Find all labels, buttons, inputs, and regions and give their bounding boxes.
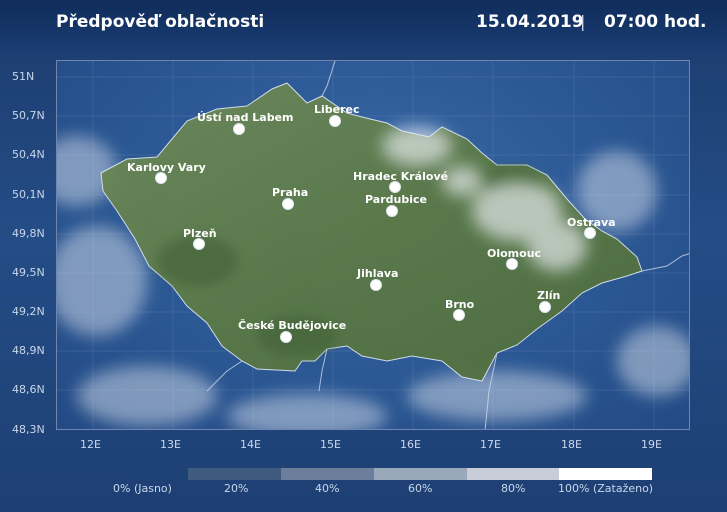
city-label: Jihlava — [356, 267, 398, 280]
legend-swatch-80-100 — [559, 468, 652, 480]
legend-label: 80% — [501, 482, 526, 495]
legend-swatch-60-80 — [467, 468, 559, 480]
city-label: Zlín — [537, 289, 560, 302]
x-axis-label: 12E — [80, 438, 101, 451]
y-axis-label: 48,3N — [12, 423, 45, 436]
legend-label: 100% (Zataženo) — [558, 482, 654, 495]
city-label: Ústí nad Labem — [197, 111, 294, 124]
map-canvas: Ústí nad Labem Liberec Karlovy Vary Hrad… — [57, 61, 689, 429]
legend-label: 40% — [315, 482, 340, 495]
y-axis-label: 50,4N — [12, 148, 45, 161]
header-separator: | — [580, 12, 586, 31]
city-label: Ostrava — [567, 216, 616, 229]
city-marker-liberec — [329, 115, 341, 127]
city-label: České Budějovice — [238, 319, 346, 332]
x-axis-label: 14E — [240, 438, 261, 451]
city-label: Plzeň — [183, 227, 217, 240]
city-marker-pardubice — [386, 205, 398, 217]
legend-swatch-40-60 — [374, 468, 467, 480]
x-axis-label: 19E — [641, 438, 662, 451]
city-label: Karlovy Vary — [127, 161, 206, 174]
city-marker-ostrava — [584, 227, 596, 239]
y-axis-label: 50,1N — [12, 188, 45, 201]
x-axis-label: 17E — [480, 438, 501, 451]
legend-label: 20% — [224, 482, 249, 495]
city-label: Liberec — [314, 103, 360, 116]
cloud-map: Ústí nad Labem Liberec Karlovy Vary Hrad… — [56, 60, 690, 430]
legend-label: 0% (Jasno) — [113, 482, 172, 495]
city-marker-hradec-kralove — [389, 181, 401, 193]
y-axis-label: 49,2N — [12, 305, 45, 318]
legend-swatch-0-20 — [188, 468, 281, 480]
x-axis-label: 16E — [400, 438, 421, 451]
city-label: Pardubice — [365, 193, 427, 206]
city-marker-karlovy-vary — [155, 172, 167, 184]
city-label: Praha — [272, 186, 308, 199]
forecast-time: 07:00 hod. — [604, 12, 707, 32]
y-axis-label: 49,5N — [12, 266, 45, 279]
city-marker-praha — [282, 198, 294, 210]
y-axis-label: 48,6N — [12, 383, 45, 396]
city-marker-usti-nad-labem — [233, 123, 245, 135]
city-marker-zlin — [539, 301, 551, 313]
legend-label: 60% — [408, 482, 433, 495]
city-label: Hradec Králové — [353, 170, 448, 183]
x-axis-label: 13E — [160, 438, 181, 451]
y-axis-label: 49,8N — [12, 227, 45, 240]
page-title: Předpověď oblačnosti — [56, 12, 265, 32]
forecast-date: 15.04.2019 — [476, 12, 584, 32]
city-label: Brno — [445, 298, 475, 311]
city-marker-brno — [453, 309, 465, 321]
x-axis-label: 18E — [561, 438, 582, 451]
city-label: Olomouc — [487, 247, 541, 260]
city-marker-jihlava — [370, 279, 382, 291]
city-marker-plzen — [193, 238, 205, 250]
city-marker-olomouc — [506, 258, 518, 270]
y-axis-label: 50,7N — [12, 109, 45, 122]
x-axis-label: 15E — [320, 438, 341, 451]
y-axis-label: 51N — [12, 70, 35, 83]
y-axis-label: 48,9N — [12, 344, 45, 357]
legend-swatch-20-40 — [281, 468, 374, 480]
city-marker-ceske-budejovice — [280, 331, 292, 343]
